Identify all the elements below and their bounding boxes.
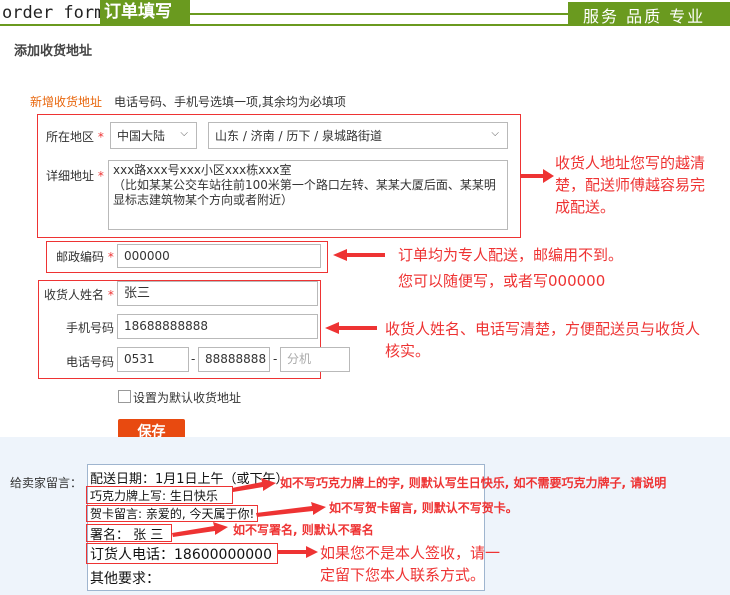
default-address-checkbox[interactable] (118, 390, 131, 403)
default-address-label: 设置为默认收货地址 (133, 391, 242, 405)
country-select-value: 中国大陆 (117, 129, 166, 143)
note-card: 贺卡留言: 亲爱的, 今天属于你! (90, 507, 255, 521)
contact-annotation: 收货人姓名、电话写清楚，方便配送员与收货人 核实。 (385, 320, 701, 360)
name-input[interactable]: 张三 (117, 281, 318, 306)
detail-line-2: （比如某某公交车站往前100米第一个路口左转、某某大厦后面、某某明 (113, 178, 496, 192)
phone-ext-input[interactable]: 分机 (280, 347, 350, 372)
name-label: 收货人姓名 * (44, 288, 114, 302)
phone-separator: - (273, 352, 278, 366)
chevron-down-icon: ⌵ (491, 128, 499, 139)
form-tip: 电话号码、手机号选填一项,其余均为必填项 (114, 95, 346, 109)
chevron-down-icon: ⌵ (180, 128, 188, 139)
chocolate-annotation: 如不写巧克力牌上的字, 则默认写生日快乐, 如不需要巧克力牌子, 请说明 (280, 476, 667, 490)
detail-line-1: xxx路xxx号xxx小区xxx栋xxx室 (113, 163, 292, 177)
arrow-icon (278, 546, 318, 558)
section-title: 添加收货地址 (14, 44, 93, 59)
note-other: 其他要求： (90, 571, 160, 587)
mobile-label: 手机号码 (66, 321, 115, 335)
note-sign: 署名： 张 三 (90, 528, 164, 543)
header-title: order form (2, 3, 105, 23)
region-select[interactable]: 山东 / 济南 / 历下 / 泉城路街道 ⌵ (208, 122, 508, 149)
phone-number-input[interactable]: 88888888 (198, 347, 270, 372)
detail-label: 详细地址 * (46, 169, 104, 183)
phone-area-input[interactable]: 0531 (117, 347, 189, 372)
contact-phone-annotation: 如果您不是本人签收，请一 定留下您本人联系方式。 (320, 544, 501, 584)
page-header: order form 订单填写 服务 品质 专业 (0, 0, 730, 27)
detail-address-textarea[interactable]: xxx路xxx号xxx小区xxx栋xxx室 （比如某某公交车站往前100米第一个… (108, 160, 508, 230)
detail-line-3: 显标志建筑物某个方向或者附近） (113, 193, 294, 207)
sign-annotation: 如不写署名, 则默认不署名 (233, 523, 374, 537)
header-slogan: 服务 品质 专业 (583, 7, 706, 26)
arrow-icon (325, 322, 377, 334)
seller-message-label: 给卖家留言： (10, 476, 83, 490)
region-label: 所在地区 * (46, 130, 104, 144)
postcode-annotation-1: 订单均为专人配送，邮编用不到。 (398, 246, 624, 264)
country-select[interactable]: 中国大陆 ⌵ (110, 122, 197, 149)
phone-separator: - (191, 352, 196, 366)
new-address-label: 新增收货地址 (30, 95, 103, 109)
address-annotation: 收货人地址您写的越清 楚，配送师傅越容易完 成配送。 (555, 154, 706, 216)
arrow-icon (521, 169, 554, 183)
header-tab: 订单填写 (100, 0, 190, 24)
arrow-icon (333, 249, 385, 261)
arrow-icon (232, 478, 276, 492)
note-chocolate: 巧克力牌上写: 生日快乐 (90, 489, 218, 503)
postcode-label: 邮政编码 * (56, 250, 114, 264)
arrow-icon (256, 502, 326, 517)
arrow-icon (172, 522, 228, 537)
postcode-annotation-2: 您可以随便写，或者写000000 (398, 272, 606, 290)
card-annotation: 如不写贺卡留言, 则默认不写贺卡。 (329, 501, 518, 515)
note-phone: 订货人电话：18600000000 (90, 547, 272, 563)
region-select-value: 山东 / 济南 / 历下 / 泉城路街道 (215, 129, 383, 143)
mobile-input[interactable]: 18688888888 (117, 314, 318, 339)
postcode-input[interactable]: 000000 (117, 244, 321, 268)
phone-label: 电话号码 (66, 355, 115, 369)
